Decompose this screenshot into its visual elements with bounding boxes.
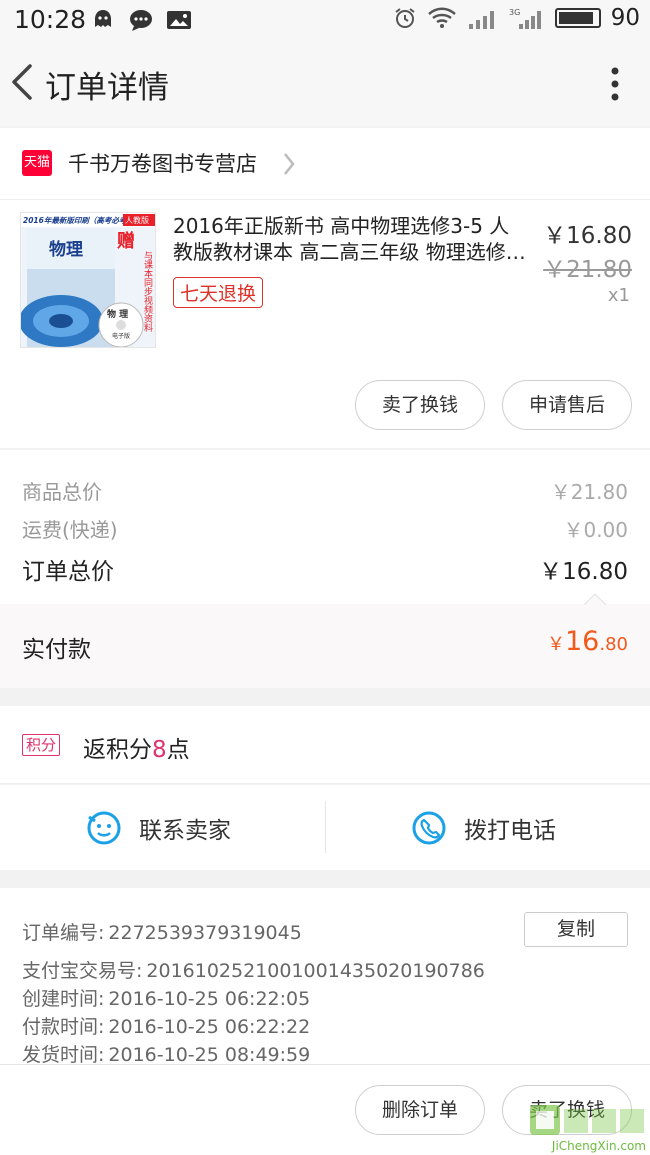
phone-icon <box>412 811 446 844</box>
product-quantity: x1 <box>607 285 630 306</box>
points-row: 积分 返积分8点 <box>0 706 650 784</box>
shipping-label: 运费(快递) <box>22 518 118 542</box>
watermark-text: JiChengXin.com <box>551 1139 646 1153</box>
ghost-icon <box>95 10 111 27</box>
network-type-label: 3G <box>509 8 520 17</box>
created-row: 创建时间: 2016-10-25 06:22:05 <box>22 984 310 1011</box>
amount-paid-currency: ￥ <box>547 634 565 655</box>
cover-gift: 赠 <box>117 230 135 252</box>
product-title-line-1: 2016年正版新书 高中物理选修3-5 人 <box>173 214 510 238</box>
amount-paid-decimal: .80 <box>599 634 628 655</box>
chat-icon <box>130 10 152 31</box>
alarm-icon <box>395 8 415 28</box>
signal-icon <box>468 11 494 29</box>
clock: 10:28 <box>14 5 87 34</box>
copy-button[interactable]: 复制 <box>524 912 628 947</box>
wifi-icon <box>427 7 456 28</box>
tmall-badge-icon: 天猫 <box>22 150 52 176</box>
cover-subject: 物理 <box>49 239 83 260</box>
chevron-left-icon[interactable] <box>8 62 38 102</box>
created-label: 创建时间: <box>22 988 105 1010</box>
cover-edition-badge: 人教版 <box>125 215 149 225</box>
amount-paid-row: 实付款 ￥16.80 <box>0 593 650 688</box>
bottom-action-bar: 删除订单 卖了换钱 JiChengXin.com <box>0 1064 650 1155</box>
cover-disc-label: 物 理 <box>107 308 128 320</box>
shipped-label: 发货时间: <box>22 1044 105 1066</box>
paid-time: 2016-10-25 06:22:22 <box>108 1016 311 1038</box>
product-title-line-2: 教版教材课本 高二高三年级 物理选修3-5 <box>173 240 527 264</box>
sell-button[interactable]: 卖了换钱 <box>355 380 485 430</box>
status-bar: 10:28 3G 90 <box>0 0 650 40</box>
battery-percent: 90 <box>610 5 640 31</box>
cover-banner: 2016年最新版印刷（高考必考） <box>23 216 134 225</box>
alipay-row: 支付宝交易号: 2016102521001001435020190786 <box>22 956 485 983</box>
points-suffix: 点 <box>166 737 190 763</box>
order-number-row: 订单编号: 2272539379319045 <box>22 918 302 945</box>
shipped-time: 2016-10-25 08:49:59 <box>108 1044 311 1066</box>
points-text: 返积分8点 <box>83 730 190 764</box>
battery-icon <box>554 8 601 28</box>
amount-paid-integer: 16 <box>565 626 600 657</box>
paid-time-row: 付款时间: 2016-10-25 06:22:22 <box>22 1012 310 1039</box>
amount-paid-value: ￥16.80 <box>547 626 628 657</box>
return-policy-badge: 七天退换 <box>173 277 264 308</box>
shipping-value: ￥0.00 <box>563 518 628 542</box>
goods-total-row: 商品总价 ￥21.80 <box>22 476 628 505</box>
notification-icons <box>90 8 192 32</box>
caret-up-icon <box>584 593 606 605</box>
shipping-row: 运费(快递) ￥0.00 <box>22 514 628 543</box>
alipay-number: 2016102521001001435020190786 <box>146 960 485 982</box>
sell-button-bottom[interactable]: 卖了换钱 <box>502 1085 632 1135</box>
order-info: 订单编号: 2272539379319045 复制 支付宝交易号: 20161025… <box>0 888 650 1067</box>
amount-paid-label: 实付款 <box>22 637 91 663</box>
contact-seller-button[interactable]: 联系卖家 <box>85 785 231 870</box>
shop-row[interactable]: 天猫 千书万卷图书专营店 <box>0 128 650 200</box>
app-header: 订单详情 <box>0 40 650 126</box>
order-number: 2272539379319045 <box>108 922 302 944</box>
product-thumbnail[interactable]: 2016年最新版印刷（高考必考） 人教版 物理 赠 与课本同步视频资料 物 理 … <box>20 212 156 348</box>
goods-total-label: 商品总价 <box>22 480 102 504</box>
page-title: 订单详情 <box>45 70 169 106</box>
image-icon <box>167 11 191 29</box>
order-number-label: 订单编号: <box>22 922 105 944</box>
system-icons: 3G 90 <box>393 5 640 31</box>
chevron-right-icon[interactable] <box>282 150 296 178</box>
order-total-row: 订单总价 ￥16.80 <box>22 552 628 586</box>
product-original-price: ￥21.80 <box>543 257 632 283</box>
order-total-value: ￥16.80 <box>539 559 628 585</box>
cover-gift-text: 与课本同步视频资料 <box>142 251 153 333</box>
goods-total-value: ￥21.80 <box>550 480 628 504</box>
alipay-label: 支付宝交易号: <box>22 960 143 982</box>
book-cover-image: 2016年最新版印刷（高考必考） 人教版 物理 赠 与课本同步视频资料 物 理 … <box>21 213 155 347</box>
delete-order-button[interactable]: 删除订单 <box>355 1085 485 1135</box>
more-vertical-icon[interactable] <box>610 66 620 102</box>
aftersale-button[interactable]: 申请售后 <box>502 380 632 430</box>
shop-name[interactable]: 千书万卷图书专营店 <box>68 148 257 178</box>
contact-divider <box>325 801 326 853</box>
contact-seller-label: 联系卖家 <box>139 817 231 844</box>
cover-disc-sub: 电子版 <box>112 332 130 340</box>
contact-bar: 联系卖家 拨打电话 <box>0 785 650 870</box>
order-total-label: 订单总价 <box>22 559 114 585</box>
points-prefix: 返积分 <box>83 737 152 763</box>
created-time: 2016-10-25 06:22:05 <box>108 988 311 1010</box>
price-summary: 商品总价 ￥21.80 运费(快递) ￥0.00 订单总价 ￥16.80 <box>0 450 650 605</box>
shipped-row: 发货时间: 2016-10-25 08:49:59 <box>22 1040 310 1067</box>
product-price: ￥16.80 <box>543 223 632 249</box>
product-title[interactable]: 2016年正版新书 高中物理选修3-5 人 教版教材课本 高二高三年级 物理选修… <box>173 213 527 265</box>
paid-time-label: 付款时间: <box>22 1016 105 1038</box>
product-card: 2016年最新版印刷（高考必考） 人教版 物理 赠 与课本同步视频资料 物 理 … <box>0 200 650 448</box>
chat-bubble-icon <box>87 811 121 844</box>
call-phone-label: 拨打电话 <box>464 817 556 844</box>
points-badge: 积分 <box>22 734 61 756</box>
call-phone-button[interactable]: 拨打电话 <box>410 785 556 870</box>
points-value: 8 <box>152 737 167 763</box>
signal-3g-icon: 3G <box>509 8 541 29</box>
